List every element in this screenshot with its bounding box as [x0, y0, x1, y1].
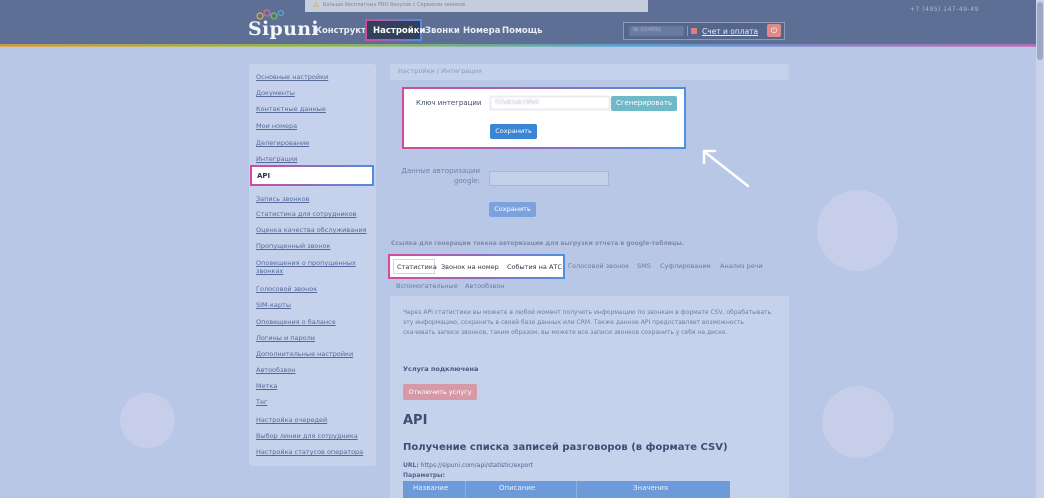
account-box: № 024891 Счет и оплата [623, 22, 785, 40]
generate-button[interactable]: Сгенерировать [611, 96, 677, 111]
sidebar-item-additional[interactable]: Дополнительные настройки [256, 350, 353, 358]
sidebar-item-operator-status[interactable]: Настройка статусов оператора [256, 448, 363, 456]
sidebar-item-integrations[interactable]: Интеграции [256, 155, 297, 163]
sidebar-item-delegation[interactable]: Делегирование [256, 139, 309, 147]
params-label: Параметры: [403, 472, 445, 479]
tab-voice-call[interactable]: Голосовой звонок [568, 262, 629, 270]
sidebar-item-voice-call[interactable]: Голосовой звонок [256, 285, 317, 293]
csv-section-heading: Получение списка записей разговоров (в ф… [403, 442, 728, 453]
sidebar-item-autodial[interactable]: Автообзвон [256, 366, 296, 374]
sidebar-item-api[interactable]: API [250, 165, 374, 186]
save-key-button[interactable]: Сохранить [490, 124, 537, 139]
sidebar-item-contacts[interactable]: Контактные данные [256, 105, 326, 113]
table-header-divider [465, 481, 466, 498]
table-header-divider [576, 481, 577, 498]
sipuni-logo[interactable]: Sipuni [248, 18, 319, 40]
nav-settings-label: Настройки [373, 26, 426, 36]
promo-banner[interactable]: ⚠ Больше бесплатных PRO бонусов с Сервис… [305, 0, 648, 12]
nav-calls[interactable]: Звонки [425, 26, 460, 36]
google-auth-input[interactable] [489, 171, 609, 186]
nav-settings[interactable]: Настройки [365, 19, 426, 41]
breadcrumb: Настройки / Интеграция [390, 64, 789, 80]
sidebar-item-queues[interactable]: Настройка очередей [256, 416, 327, 424]
nav-numbers[interactable]: Номера [463, 26, 501, 36]
decor-circle-right-top [817, 190, 898, 271]
tab-sms[interactable]: SMS [637, 262, 651, 270]
google-token-link[interactable]: Ссылка для генерации токена авторизации … [391, 240, 684, 247]
tab-pbx-events[interactable]: События на АТС [507, 263, 562, 271]
tab-speech-analysis[interactable]: Анализ речи [720, 262, 763, 270]
unsubscribe-button[interactable]: Отключить услугу [403, 384, 477, 400]
integration-key-box: Ключ интеграции f1fa83ab19fe0 Сгенериров… [402, 87, 686, 149]
params-table-header: Название Описание Значения [403, 481, 730, 498]
sidebar-item-balance-alerts[interactable]: Оповещения о балансе [256, 318, 336, 326]
table-header-description: Описание [499, 484, 536, 492]
billing-link[interactable]: Счет и оплата [702, 27, 758, 36]
logout-icon[interactable]: ⏻ [767, 24, 781, 37]
pointer-arrow-icon [700, 148, 752, 190]
sidebar-item-basic-settings[interactable]: Основные настройки [256, 73, 328, 81]
tab-auxiliary[interactable]: Вспомогательные [396, 282, 458, 290]
sidebar-item-missed-call[interactable]: Пропущенный звонок [256, 242, 331, 250]
sidebar-item-api-label: API [257, 172, 271, 180]
save-google-button[interactable]: Сохранить [489, 202, 536, 217]
integration-key-input[interactable]: f1fa83ab19fe0 [490, 96, 610, 110]
page-scrollbar[interactable] [1036, 0, 1044, 498]
decor-circle-left [120, 393, 175, 448]
support-phone: +7 (495) 147-49-49 [910, 6, 979, 13]
api-intro-text: Через API статистики вы можете в любой м… [403, 309, 772, 336]
promo-banner-text: Больше бесплатных PRO бонусов с Сервисом… [323, 2, 466, 8]
url-label: URL: [403, 462, 419, 469]
google-auth-label: Данные авторизации google: [401, 167, 480, 185]
warning-icon: ⚠ [313, 1, 320, 9]
settings-sidebar: Основные настройки Документы Контактные … [249, 64, 376, 466]
tab-prompting[interactable]: Суфлирование [660, 262, 711, 270]
integration-key-label: Ключ интеграции [416, 99, 482, 107]
table-header-values: Значения [633, 484, 669, 492]
sidebar-item-logins[interactable]: Логины и пароли [256, 334, 315, 342]
api-statistics-panel: Через API статистики вы можете в любой м… [390, 296, 789, 498]
sidebar-item-missed-alerts[interactable]: Оповещения о пропущенных звонках [256, 259, 368, 275]
sidebar-item-line-choice[interactable]: Выбор линии для сотрудника [256, 432, 358, 440]
sidebar-item-label[interactable]: Метка [256, 382, 277, 390]
sidebar-item-sim[interactable]: SIM-карты [256, 301, 291, 309]
tab-autodial[interactable]: Автообзвон [465, 282, 505, 290]
scrollbar-thumb[interactable] [1037, 2, 1043, 60]
sidebar-item-my-numbers[interactable]: Мои номера [256, 122, 297, 130]
account-id[interactable]: № 024891 [629, 26, 684, 36]
table-header-name: Название [413, 484, 449, 492]
sidebar-item-staff-stats[interactable]: Статистика для сотрудников [256, 210, 357, 218]
nav-help[interactable]: Помощь [502, 26, 543, 36]
sidebar-item-documents[interactable]: Документы [256, 89, 295, 97]
account-divider [687, 26, 688, 36]
sidebar-item-quality[interactable]: Оценка качества обслуживания [256, 226, 367, 234]
service-status: Услуга подключена [403, 365, 479, 373]
header-stripe [0, 44, 1044, 47]
tab-call-to-number[interactable]: Звонок на номер [441, 263, 499, 271]
decor-circle-right-bottom [822, 386, 894, 458]
wallet-icon [691, 28, 697, 34]
sidebar-item-call-recording[interactable]: Запись звонков [256, 195, 309, 203]
url-value[interactable]: https://sipuni.com/api/statistic/export [421, 462, 533, 469]
tab-statistics[interactable]: Статистика [397, 263, 437, 271]
api-tabs-highlight: Статистика Звонок на номер События на АТ… [388, 254, 565, 279]
api-heading: API [403, 413, 428, 428]
sidebar-item-tag[interactable]: Тег [256, 398, 267, 406]
